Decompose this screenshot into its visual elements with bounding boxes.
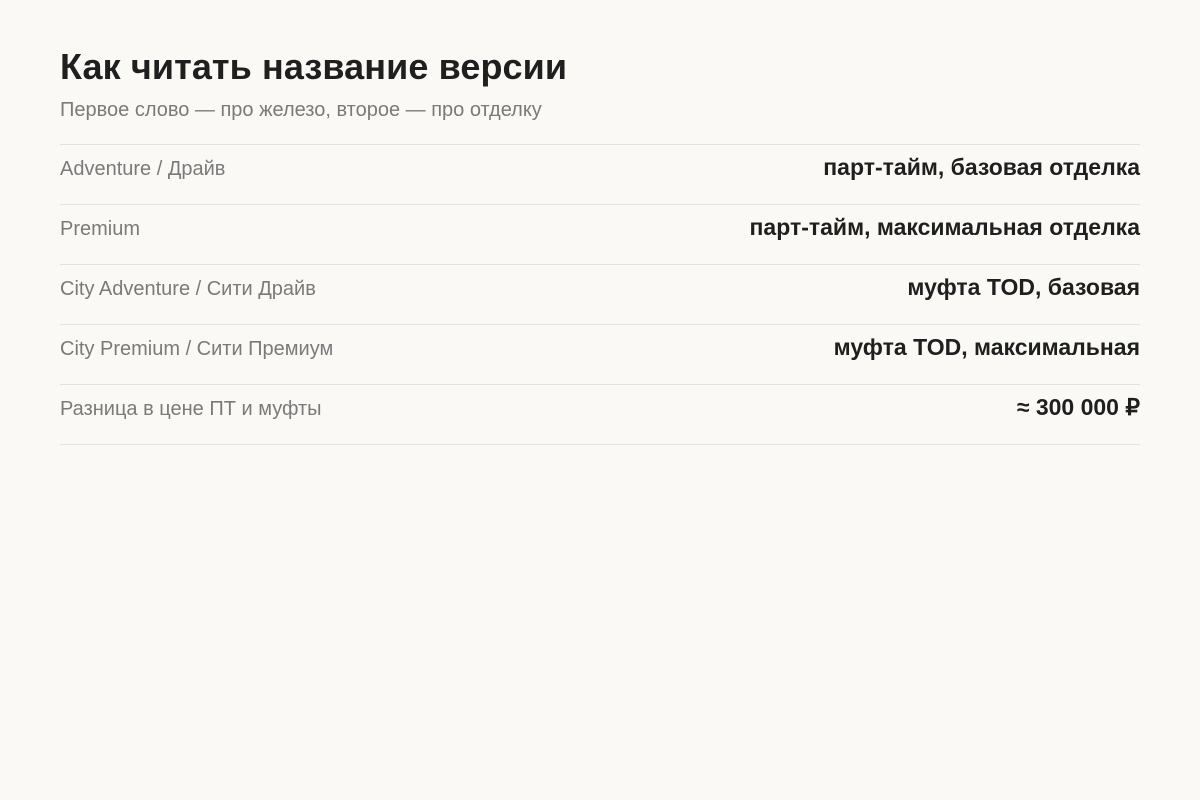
row-label: Premium (60, 218, 141, 240)
page-subtitle: Первое слово — про железо, второе — про … (60, 99, 542, 121)
row-value: ≈ 300 000 ₽ (1016, 394, 1140, 420)
row-label: Adventure / Драйв (60, 158, 226, 180)
version-table: Adventure / Драйв парт-тайм, базовая отд… (60, 144, 1140, 445)
row-label: City Adventure / Сити Драйв (60, 278, 316, 300)
table-row: Premium парт-тайм, максимальная отделка (60, 205, 1140, 265)
row-value: муфта TOD, максимальная (833, 334, 1140, 360)
table-row: City Premium / Сити Премиум муфта TOD, м… (60, 325, 1140, 385)
row-label: Разница в цене ПТ и муфты (60, 398, 322, 420)
table-row: City Adventure / Сити Драйв муфта TOD, б… (60, 265, 1140, 325)
row-value: муфта TOD, базовая (907, 274, 1140, 300)
page-title: Как читать название версии (60, 46, 568, 87)
row-label: City Premium / Сити Премиум (60, 338, 334, 360)
row-value: парт-тайм, базовая отделка (823, 154, 1140, 180)
table-row: Adventure / Драйв парт-тайм, базовая отд… (60, 145, 1140, 205)
row-value: парт-тайм, максимальная отделка (749, 214, 1140, 240)
page: Как читать название версии Первое слово … (0, 0, 1200, 800)
table-row: Разница в цене ПТ и муфты ≈ 300 000 ₽ (60, 385, 1140, 445)
